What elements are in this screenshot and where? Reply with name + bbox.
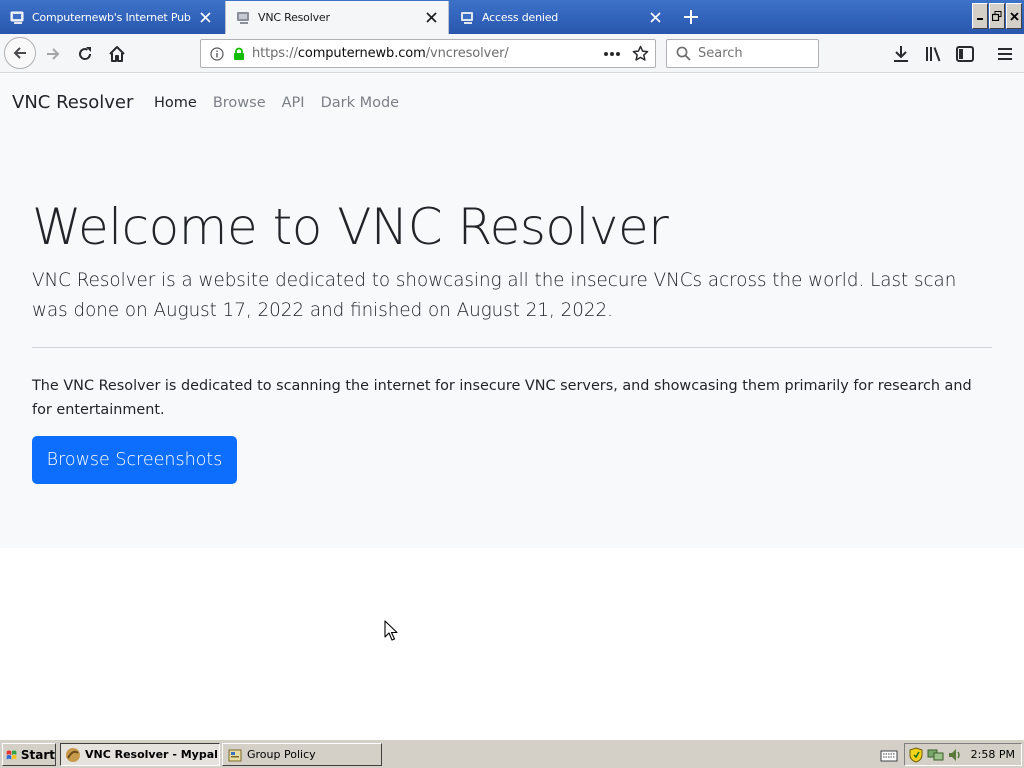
url-text[interactable]: https://computernewb.com/vncresolver/ (252, 46, 603, 61)
start-label: Start (20, 747, 55, 762)
search-bar[interactable] (666, 39, 819, 68)
restore-icon[interactable] (989, 3, 1005, 29)
hamburger-menu-icon[interactable] (990, 39, 1020, 69)
sidebar-toggle-icon[interactable] (950, 39, 980, 69)
group-policy-app-icon (228, 749, 242, 761)
tab-computernewb[interactable]: Computernewb's Internet Pub Hub (0, 1, 222, 34)
nav-link-dark-mode[interactable]: Dark Mode (321, 95, 400, 111)
tab-bar: Computernewb's Internet Pub Hub VNC Reso… (0, 0, 1024, 34)
window-controls (971, 3, 1022, 29)
taskbar: Start VNC Resolver - Mypal Group Policy … (0, 739, 1024, 768)
tab-favicon-icon (10, 11, 24, 24)
network-icon[interactable] (927, 747, 945, 763)
page-actions-ellipsis-icon[interactable] (603, 51, 621, 57)
lead-paragraph: VNC Resolver is a website dedicated to s… (32, 270, 957, 321)
secure-lock-icon[interactable] (232, 47, 246, 61)
security-shield-icon[interactable] (908, 746, 924, 763)
taskbar-item-label: VNC Resolver - Mypal (85, 748, 218, 761)
tab-title: Computernewb's Internet Pub Hub (32, 11, 194, 24)
mypal-app-icon (66, 747, 80, 762)
tab-title: Access denied (482, 11, 559, 24)
browse-screenshots-button[interactable]: Browse Screenshots (32, 436, 237, 484)
taskbar-item-mypal[interactable]: VNC Resolver - Mypal (60, 743, 220, 766)
mouse-cursor-icon (384, 620, 398, 641)
tab-title: VNC Resolver (258, 11, 330, 24)
volume-icon[interactable] (947, 747, 963, 763)
tab-close-icon[interactable] (644, 7, 666, 29)
system-tray: 2:58 PM (904, 743, 1022, 766)
back-arrow-icon[interactable] (4, 37, 36, 69)
home-icon[interactable] (102, 39, 132, 69)
page-viewport: VNC Resolver Home Browse API Dark Mode W… (0, 74, 1024, 739)
navigation-toolbar: https://computernewb.com/vncresolver/ (0, 34, 1024, 73)
url-bar[interactable]: https://computernewb.com/vncresolver/ (200, 39, 656, 68)
new-tab-plus-icon[interactable] (678, 4, 704, 30)
tab-favicon-icon (461, 11, 473, 24)
nav-link-api[interactable]: API (282, 95, 305, 111)
divider (32, 347, 992, 348)
minimize-icon[interactable] (972, 3, 988, 29)
tab-vnc-resolver[interactable]: VNC Resolver (225, 1, 449, 34)
info-icon[interactable] (210, 46, 224, 61)
search-input[interactable] (698, 46, 818, 61)
bookmark-star-icon[interactable] (632, 45, 649, 62)
taskbar-item-group-policy[interactable]: Group Policy (222, 743, 382, 766)
tab-close-icon[interactable] (194, 7, 216, 29)
downloads-icon[interactable] (886, 39, 916, 69)
site-brand[interactable]: VNC Resolver (12, 92, 133, 113)
clock[interactable]: 2:58 PM (971, 748, 1015, 761)
reload-icon[interactable] (70, 39, 100, 69)
taskbar-item-label: Group Policy (247, 748, 316, 761)
description-paragraph: The VNC Resolver is dedicated to scannin… (32, 378, 972, 418)
forward-arrow-icon[interactable] (38, 39, 68, 69)
library-icon[interactable] (919, 39, 949, 69)
url-host: computernewb.com (297, 46, 426, 61)
start-button[interactable]: Start (2, 743, 56, 766)
url-scheme: https:// (252, 46, 298, 61)
site-nav-links: Home Browse API Dark Mode (154, 95, 399, 111)
tab-access-denied[interactable]: Access denied (450, 1, 672, 34)
tab-favicon-icon (237, 11, 249, 24)
windows-flag-icon (6, 750, 17, 759)
url-path: /vncresolver/ (425, 46, 509, 61)
nav-link-home[interactable]: Home (154, 95, 197, 111)
hero-section: VNC Resolver Home Browse API Dark Mode W… (0, 74, 1024, 548)
site-navbar: VNC Resolver Home Browse API Dark Mode (0, 74, 1024, 134)
keyboard-icon[interactable] (880, 747, 898, 766)
nav-link-browse[interactable]: Browse (213, 95, 266, 111)
close-window-icon[interactable] (1006, 3, 1022, 29)
search-icon (676, 46, 691, 61)
tab-close-icon[interactable] (420, 7, 442, 29)
page-title: Welcome to VNC Resolver (32, 198, 669, 256)
